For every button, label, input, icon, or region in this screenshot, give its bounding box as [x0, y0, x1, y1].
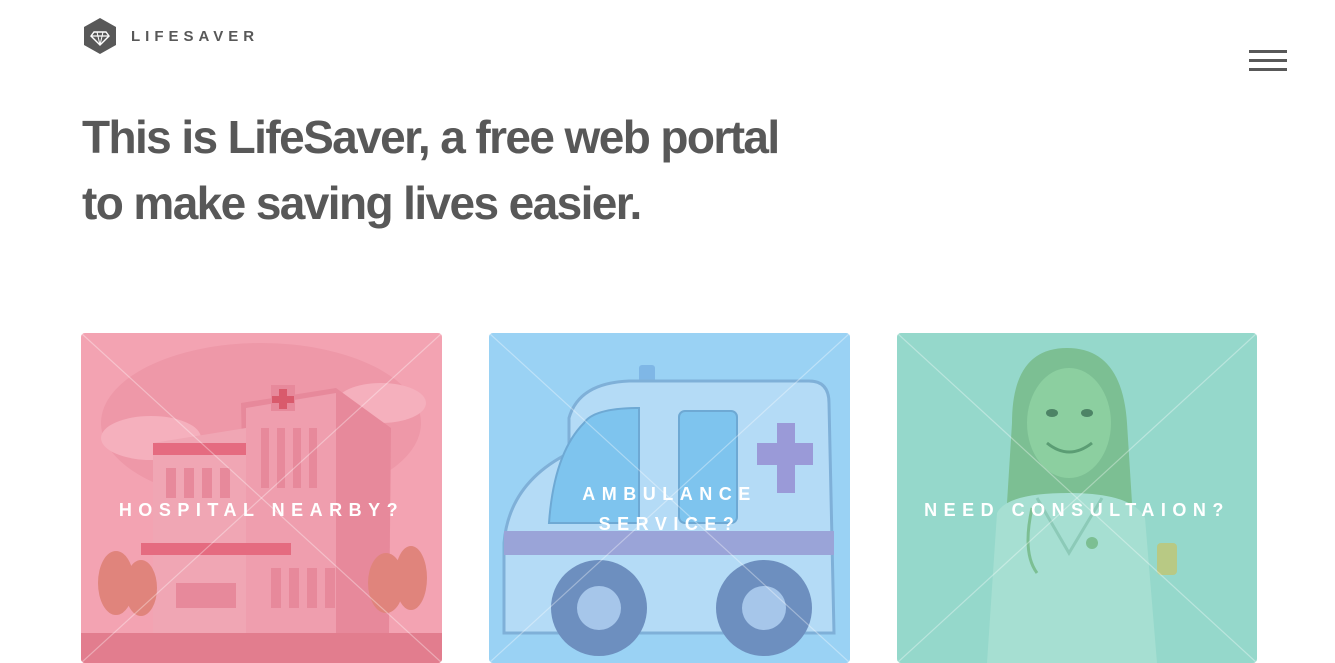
tile-ambulance-title-line-2: SERVICE?: [598, 514, 741, 534]
tile-ambulance-service[interactable]: AMBULANCE SERVICE?: [489, 333, 850, 663]
hamburger-menu-icon[interactable]: [1249, 48, 1289, 74]
diamond-hexagon-icon: [84, 18, 116, 54]
hero-line-2: to make saving lives easier.: [82, 177, 642, 229]
site-header: LIFESAVER: [0, 0, 1335, 80]
tile-need-consultation[interactable]: NEED CONSULTAION?: [897, 333, 1257, 663]
tile-consultation-title: NEED CONSULTAION?: [924, 500, 1230, 520]
service-tiles: HOSPITAL NEARBY? AMBULANCE SERVICE? NEED…: [81, 333, 1258, 663]
hero-line-1: This is LifeSaver, a free web portal: [82, 111, 780, 163]
tile-hospital-nearby[interactable]: HOSPITAL NEARBY?: [81, 333, 442, 663]
tile-hospital-title: HOSPITAL NEARBY?: [118, 500, 405, 520]
brand-logo-link[interactable]: LIFESAVER: [82, 17, 259, 55]
tile-ambulance-title-line-1: AMBULANCE: [582, 484, 757, 504]
hero-heading: This is LifeSaver, a free web portal to …: [82, 104, 842, 236]
brand-name: LIFESAVER: [131, 27, 260, 45]
